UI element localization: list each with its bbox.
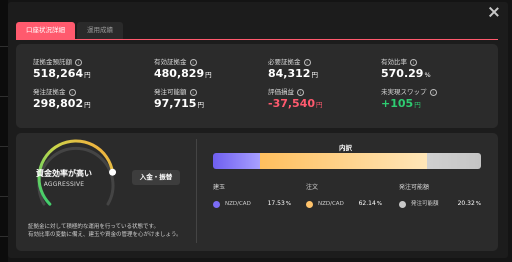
background-edge <box>0 0 8 262</box>
legend-dot <box>399 200 406 208</box>
stat-label: 証拠金預託額 <box>33 58 72 66</box>
stat-value: 570.29 <box>381 67 424 80</box>
legend-percent: 17.53 <box>267 200 285 207</box>
stat-unit: 円 <box>414 101 421 109</box>
stat-unit: 円 <box>197 101 204 109</box>
breakdown-position: 建玉 NZD/CAD 17.53% <box>213 184 291 208</box>
efficiency-note: 証拠金に対して積極的な運用を行っている状態です。 有効比率の変動に備え、建玉や資… <box>28 223 182 239</box>
stat-value: +105 <box>381 97 414 110</box>
legend-percent: 20.32 <box>457 200 475 207</box>
tab-bar: 口座状況詳細 運用成績 <box>16 22 125 39</box>
breakdown-segment-2 <box>259 153 427 169</box>
info-icon[interactable]: i <box>68 88 76 96</box>
info-icon[interactable]: i <box>410 58 417 66</box>
stat-unit: 円 <box>205 71 212 79</box>
stat-effective-margin: 有効証拠金 i 480,829円 <box>154 57 212 82</box>
breakdown-heading: 建玉 <box>213 184 226 191</box>
stat-value: 298,802 <box>33 97 84 110</box>
stat-required-margin: 必要証拠金 i 84,312円 <box>268 57 318 82</box>
info-icon[interactable]: i <box>303 58 311 66</box>
gauge-knob <box>109 168 117 176</box>
stat-value: 97,715 <box>154 97 197 110</box>
gauge-subtitle: AGGRESSIVE <box>43 181 85 188</box>
legend-dot <box>306 200 313 208</box>
stat-value: 480,829 <box>154 67 205 80</box>
stat-label: 評価損益 <box>268 88 294 96</box>
margin-efficiency-panel: 資金効率が高い AGGRESSIVE 入金・振替 証拠金に対して積極的な運用を行… <box>16 133 498 251</box>
tab-underline <box>16 39 498 40</box>
legend-percent: 62.14 <box>358 200 376 207</box>
stat-unrealized-swap: 未実現スワップ i +105円 <box>381 87 437 112</box>
breakdown-heading: 注文 <box>306 184 319 191</box>
note-line: 有効比率の変動に備え、建玉や資金の管理を心がけましょう。 <box>28 232 182 238</box>
stat-unit: 円 <box>84 101 91 109</box>
tab-performance[interactable]: 運用成績 <box>77 22 123 39</box>
stat-label: 有効比率 <box>381 58 407 66</box>
stat-deposit: 証拠金預託額 i 518,264円 <box>33 57 91 82</box>
info-icon[interactable]: i <box>189 58 197 66</box>
account-stats-panel: 証拠金預託額 i 518,264円 有効証拠金 i 480,829円 必要証拠金 i … <box>16 44 498 128</box>
breakdown-segment-1 <box>213 153 260 169</box>
tab-account-status[interactable]: 口座状況詳細 <box>16 22 75 39</box>
gauge-title: 資金効率が高い <box>36 169 92 178</box>
info-icon[interactable]: i <box>429 88 437 96</box>
stat-order-margin: 発注証拠金 i 298,802円 <box>33 87 91 112</box>
stat-label: 有効証拠金 <box>154 58 187 66</box>
stat-value: 518,264 <box>33 67 84 80</box>
stat-unit: 円 <box>84 71 91 79</box>
breakdown-heading: 発注可能額 <box>399 184 430 191</box>
stat-label: 未実現スワップ <box>381 88 427 96</box>
legend-name: NZD/CAD <box>225 201 251 207</box>
breakdown-title: 内訳 <box>339 144 352 152</box>
close-icon[interactable] <box>488 6 500 18</box>
note-line: 証拠金に対して積極的な運用を行っている状態です。 <box>28 224 160 230</box>
legend-name: NZD/CAD <box>318 201 344 207</box>
panel-divider <box>196 139 197 243</box>
breakdown-orderable: 発注可能額 発注可能額 20.32% <box>399 184 481 208</box>
stat-label: 必要証拠金 <box>268 58 301 66</box>
stat-label: 発注可能額 <box>154 88 187 96</box>
stat-value: -37,540 <box>268 97 316 110</box>
stat-unit: % <box>424 71 431 79</box>
breakdown-bar <box>213 153 481 169</box>
legend-dot <box>213 200 220 208</box>
info-icon[interactable]: i <box>75 58 82 66</box>
legend-name: 発注可能額 <box>411 201 439 207</box>
stat-value: 84,312 <box>268 67 311 80</box>
account-status-modal: 口座状況詳細 運用成績 証拠金預託額 i 518,264円 有効証拠金 i 480,… <box>8 2 508 258</box>
stat-unrealized-pl: 評価損益 i -37,540円 <box>268 87 323 112</box>
info-icon[interactable]: i <box>189 88 197 96</box>
deposit-transfer-button[interactable]: 入金・振替 <box>132 170 180 185</box>
stat-unit: 円 <box>311 71 318 79</box>
stat-unit: 円 <box>316 101 323 109</box>
stat-margin-ratio: 有効比率 i 570.29% <box>381 57 431 82</box>
breakdown-order: 注文 NZD/CAD 62.14% <box>306 184 382 208</box>
info-icon[interactable]: i <box>297 88 304 96</box>
stat-orderable-amount: 発注可能額 i 97,715円 <box>154 87 204 112</box>
stat-label: 発注証拠金 <box>33 88 66 96</box>
breakdown-segment-3 <box>426 153 481 169</box>
